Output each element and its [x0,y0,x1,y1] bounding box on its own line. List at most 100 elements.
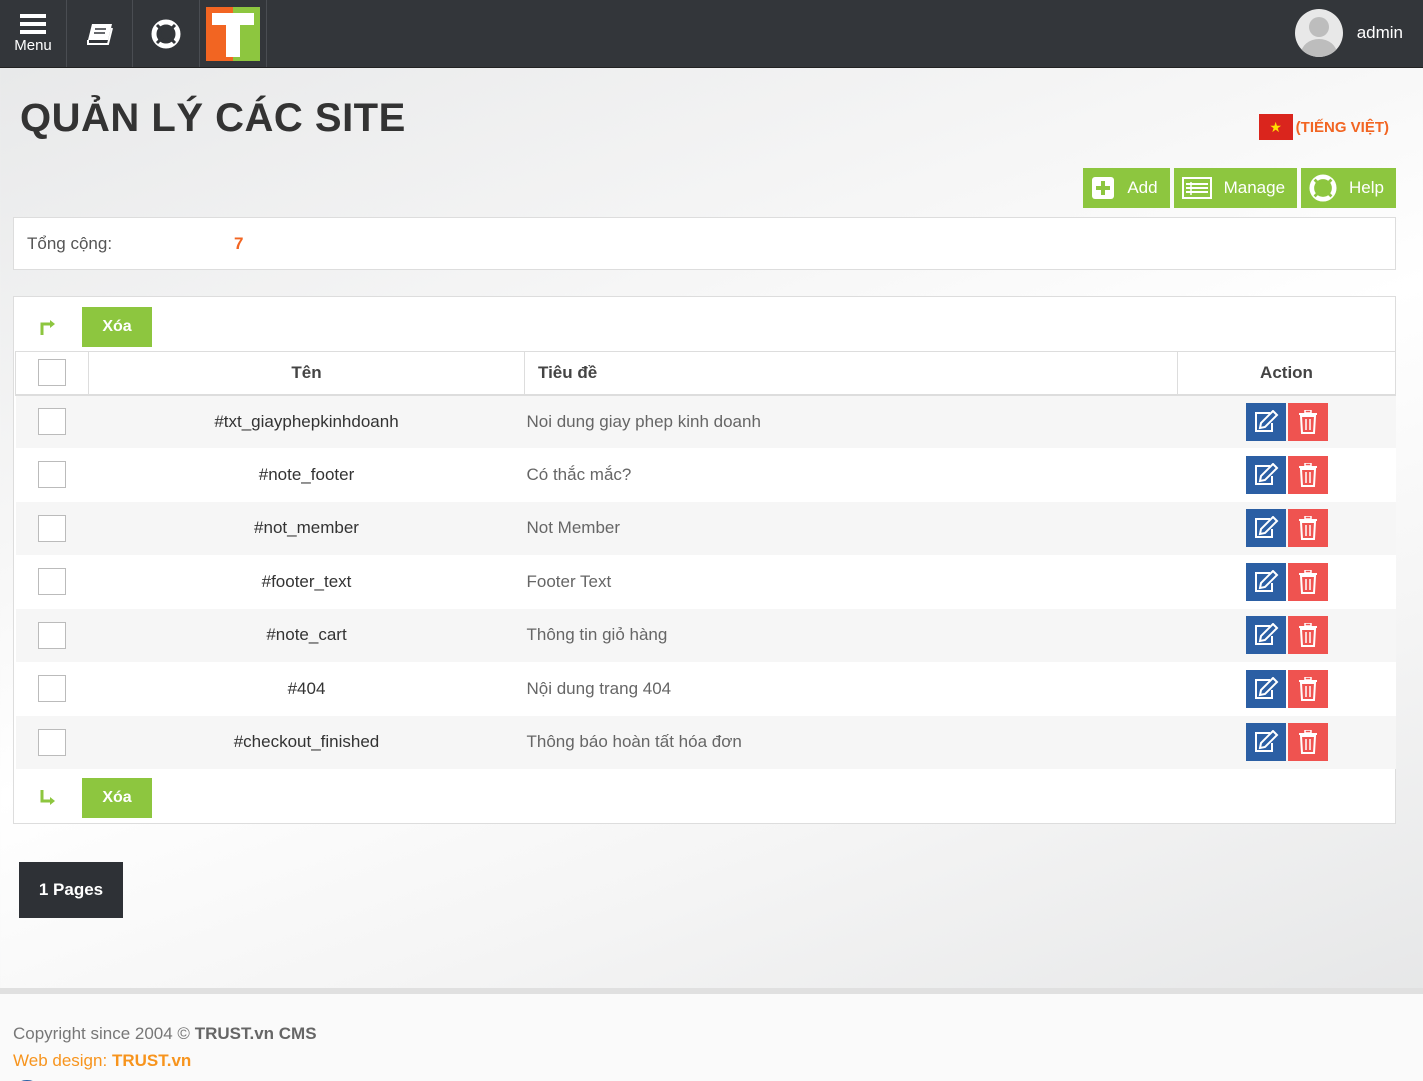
copyright-brand: TRUST.vn CMS [194,1024,317,1043]
bulk-delete-button[interactable]: Xóa [82,778,152,818]
edit-button[interactable] [1245,402,1286,441]
webdesign-link[interactable]: TRUST.vn [112,1051,191,1070]
column-action: Action [1177,351,1396,396]
table-row: #checkout_finished Thông báo hoàn tất hó… [15,715,1396,769]
pagination-label[interactable]: 1 Pages [19,862,123,918]
lifebuoy-icon [151,19,181,48]
support-button[interactable] [133,0,200,67]
webdesign-prefix: Web design: [13,1051,108,1070]
edit-button[interactable] [1245,616,1286,655]
top-navbar: Menu admin [0,0,1423,68]
row-checkbox[interactable] [38,621,66,649]
column-name[interactable]: Tên [88,351,525,396]
row-checkbox[interactable] [38,408,66,436]
total-value: 7 [234,233,244,253]
arrow-right-icon [14,317,82,337]
delete-button[interactable] [1287,562,1328,601]
table-row: #txt_giayphepkinhdoanh Noi dung giay phe… [15,394,1396,448]
vietnam-flag-icon: ★ [1258,114,1293,140]
row-checkbox[interactable] [38,675,66,703]
add-button[interactable]: Add [1083,168,1170,208]
edit-icon [1254,676,1278,699]
bulk-actions-top: Xóa [14,304,152,350]
table-row: #note_footer Có thắc mắc? [15,448,1396,502]
language-switcher[interactable]: ★ (TIẾNG VIỆT) [1258,114,1389,140]
table-row: #not_member Not Member [15,501,1396,555]
edit-button[interactable] [1245,455,1286,494]
row-checkbox[interactable] [38,728,66,756]
trash-icon [1298,676,1317,701]
bulk-delete-button[interactable]: Xóa [82,307,152,347]
menu-label: Menu [14,36,52,54]
arrow-down-right-icon [14,788,82,808]
delete-button[interactable] [1287,455,1328,494]
edit-icon [1254,516,1278,539]
table-row: #footer_text Footer Text [15,555,1396,609]
docs-button[interactable] [67,0,133,67]
row-title: Footer Text [524,555,1178,609]
trash-icon [1298,462,1317,487]
action-toolbar: Add Manage Help [1083,168,1396,208]
web-design-credit: Web design: TRUST.vn [13,1051,191,1071]
edit-icon [1254,730,1278,753]
delete-button[interactable] [1287,723,1328,762]
trash-icon [1298,516,1317,541]
avatar [1294,9,1343,57]
username: admin [1356,23,1403,42]
row-name: #note_cart [88,608,525,662]
trash-icon [1298,730,1317,755]
menu-icon [20,13,46,34]
logo-button[interactable] [200,0,267,67]
table-header: Tên Tiêu đề Action [15,351,1396,396]
table-row: #note_cart Thông tin giỏ hàng [15,608,1396,662]
language-label: (TIẾNG VIỆT) [1295,118,1389,136]
lifebuoy-icon [1309,174,1337,202]
site-table: Tên Tiêu đề Action #txt_giayphepkinhdoan… [15,351,1396,769]
row-title: Thông tin giỏ hàng [524,608,1178,662]
summary-panel: Tổng cộng: 7 [13,217,1396,270]
select-all-checkbox[interactable] [38,359,66,387]
row-name: #checkout_finished [88,715,525,769]
delete-button[interactable] [1287,509,1328,548]
copyright: Copyright since 2004 © TRUST.vn CMS [13,1024,317,1044]
edit-icon [1254,462,1278,485]
manage-label: Manage [1223,178,1286,197]
row-checkbox[interactable] [38,568,66,596]
copyright-prefix: Copyright since 2004 © [13,1024,190,1043]
trash-icon [1298,409,1317,434]
row-name: #footer_text [88,555,525,609]
help-button[interactable]: Help [1301,168,1396,208]
bulk-actions-bottom: Xóa [14,775,152,821]
row-checkbox[interactable] [38,514,66,542]
user-menu[interactable]: admin [1294,9,1403,57]
row-checkbox[interactable] [38,461,66,489]
row-title: Có thắc mắc? [524,448,1178,502]
total-label: Tổng cộng: [27,233,113,253]
book-icon [86,23,113,45]
plus-icon [1091,176,1115,200]
list-icon [1181,177,1212,199]
column-title[interactable]: Tiêu đề [524,351,1178,396]
logo-icon [206,6,260,61]
menu-button[interactable]: Menu [0,0,67,67]
delete-button[interactable] [1287,616,1328,655]
delete-button[interactable] [1287,402,1328,441]
edit-button[interactable] [1245,669,1286,708]
edit-icon [1254,569,1278,592]
trash-icon [1298,569,1317,594]
row-name: #txt_giayphepkinhdoanh [88,394,525,448]
delete-button[interactable] [1287,669,1328,708]
row-name: #not_member [88,501,525,555]
manage-button[interactable]: Manage [1173,168,1298,208]
row-title: Not Member [524,501,1178,555]
row-title: Nội dung trang 404 [524,662,1178,716]
edit-icon [1254,623,1278,646]
page-title: QUẢN LÝ CÁC SITE [20,96,406,140]
edit-button[interactable] [1245,562,1286,601]
edit-button[interactable] [1245,509,1286,548]
site-list-panel: Xóa Tên Tiêu đề Action #txt_giayphepkinh… [13,296,1396,824]
edit-button[interactable] [1245,723,1286,762]
row-title: Thông báo hoàn tất hóa đơn [524,715,1178,769]
table-row: #404 Nội dung trang 404 [15,662,1396,716]
footer: Copyright since 2004 © TRUST.vn CMS Web … [0,988,1423,1081]
